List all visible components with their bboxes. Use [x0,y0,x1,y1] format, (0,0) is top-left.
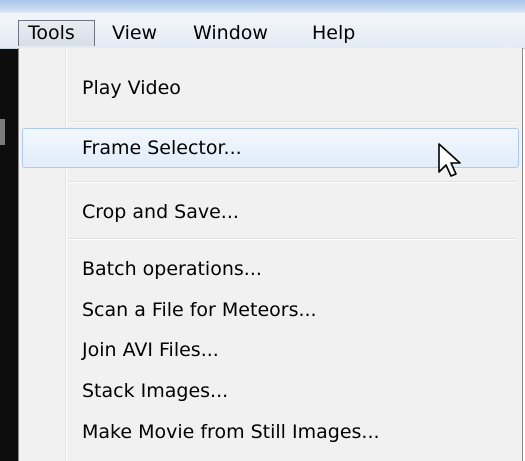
menu-window[interactable]: Window [193,20,268,46]
menu-item-label: Crop and Save... [82,201,239,223]
window-title-strip [0,0,525,13]
menu-item-label: Frame Selector... [82,137,242,159]
menu-separator [69,181,516,183]
menu-item-join-avi-files[interactable]: Join AVI Files... [22,330,519,370]
menu-item-batch-operations[interactable]: Batch operations... [22,249,519,289]
menu-item-label: Scan a File for Meteors... [82,299,317,321]
menu-item-play-video[interactable]: Play Video [22,68,519,108]
menu-item-label: Batch operations... [82,258,262,280]
menu-item-label: Make Movie from Still Images... [82,421,380,443]
menu-tools[interactable]: Tools [18,20,95,46]
menu-item-crop-and-save[interactable]: Crop and Save... [22,192,519,232]
tools-dropdown-menu: Play Video Frame Selector... Crop and Sa… [18,48,523,461]
menu-separator [69,238,516,240]
workspace-edge-detail [0,119,5,145]
menu-item-scan-file-for-meteors[interactable]: Scan a File for Meteors... [22,290,519,330]
menu-help[interactable]: Help [312,20,355,46]
menu-view[interactable]: View [112,20,157,46]
menu-item-label: Join AVI Files... [82,339,219,361]
menu-separator [69,121,516,123]
menu-item-make-movie-from-still-images[interactable]: Make Movie from Still Images... [22,412,519,452]
menu-item-label: Stack Images... [82,380,229,402]
arrow-pointer-icon [438,143,461,177]
menu-item-label: Play Video [82,77,181,99]
app-workspace-background [0,49,19,461]
menu-bar: Tools View Window Help [0,13,525,49]
menu-item-stack-images[interactable]: Stack Images... [22,371,519,411]
